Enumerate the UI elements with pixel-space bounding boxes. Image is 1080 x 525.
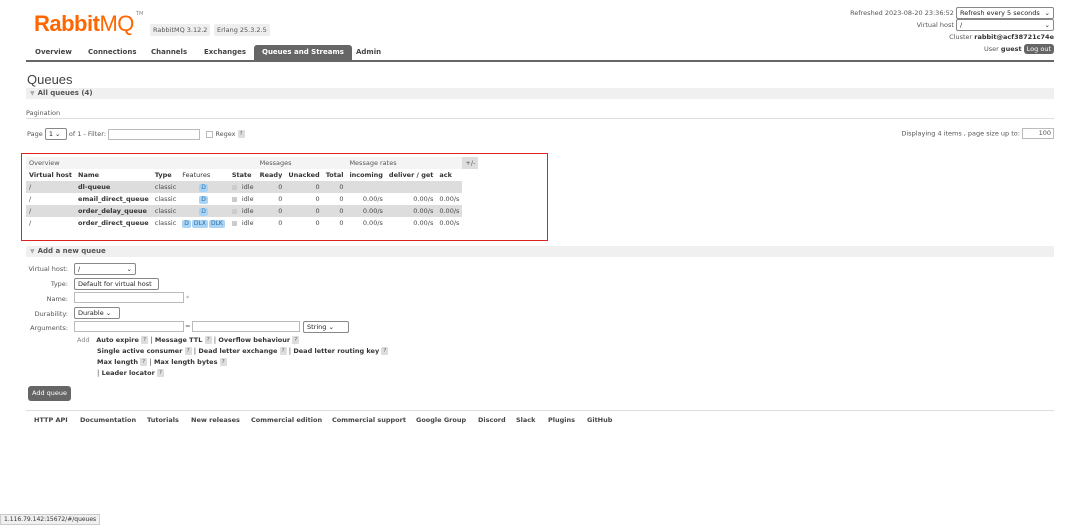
argument-key-input[interactable]	[74, 321, 184, 332]
help-icon[interactable]: ?	[381, 347, 389, 355]
logo-text: RabbitMQ	[34, 11, 134, 36]
required-mark: *	[186, 294, 190, 302]
regex-label: Regex	[215, 130, 236, 138]
add-queue-label: Add a new queue	[37, 247, 106, 255]
equals-sign: =	[185, 322, 191, 330]
help-icon[interactable]: ?	[184, 347, 192, 355]
cluster-label: Cluster	[949, 33, 973, 41]
filter-label: - Filter:	[83, 130, 107, 138]
logo-light: MQ	[99, 11, 134, 36]
footer-link-plugins[interactable]: Plugins	[548, 416, 575, 424]
arg-single-active-consumer[interactable]: Single active consumer	[97, 347, 182, 355]
vhost-field-label: Virtual host:	[28, 265, 68, 273]
help-icon[interactable]: ?	[141, 336, 149, 344]
chevron-down-icon: ⌄	[105, 309, 112, 317]
pagination-label: Pagination	[26, 109, 61, 117]
status-bar-url: 1.116.79.142:15672/#/queues	[0, 514, 101, 525]
footer-link-new-releases[interactable]: New releases	[191, 416, 240, 424]
page-label: Page	[27, 130, 43, 138]
tab-exchanges[interactable]: Exchanges	[204, 45, 246, 60]
queue-name-input[interactable]	[74, 292, 184, 303]
add-label: Add	[77, 336, 90, 344]
footer-link-documentation[interactable]: Documentation	[80, 416, 136, 424]
tab-connections[interactable]: Connections	[88, 45, 137, 60]
arg-dead-letter-exchange[interactable]: Dead letter exchange	[198, 347, 277, 355]
arg-dead-letter-routing-key[interactable]: Dead letter routing key	[293, 347, 379, 355]
help-icon[interactable]: ?	[292, 336, 300, 344]
pagination-controls: Page 1 ⌄ of 1 - Filter: Regex ?	[27, 128, 245, 140]
durability-field-label: Durability:	[34, 310, 68, 318]
triangle-down-icon: ▼	[30, 248, 35, 255]
rabbitmq-version: RabbitMQ 3.12.2	[150, 24, 211, 36]
cluster-name: rabbit@acf38721c74e	[974, 33, 1054, 41]
argument-value-input[interactable]	[192, 321, 300, 332]
add-queue-toggle[interactable]: ▼ Add a new queue	[26, 246, 1054, 257]
tab-admin[interactable]: Admin	[356, 45, 381, 60]
footer-link-google-group[interactable]: Google Group	[416, 416, 466, 424]
arguments-field-label: Arguments:	[30, 324, 68, 332]
chevron-down-icon: ⌄	[1044, 9, 1050, 17]
durability-select[interactable]: Durable ⌄	[74, 307, 120, 319]
arg-overflow-behaviour[interactable]: Overflow behaviour	[218, 336, 290, 344]
tab-overview[interactable]: Overview	[35, 45, 72, 60]
refreshed-text: Refreshed 2023-08-20 23:36:52	[850, 9, 954, 17]
footer-link-github[interactable]: GitHub	[587, 416, 612, 424]
footer-link-commercial-edition[interactable]: Commercial edition	[251, 416, 322, 424]
type-select[interactable]: Default for virtual host ⌄	[74, 278, 159, 298]
add-queue-button[interactable]: Add queue	[28, 386, 72, 401]
erlang-version: Erlang 25.3.2.5	[214, 24, 270, 36]
page-select[interactable]: 1 ⌄	[44, 128, 67, 140]
page-title: Queues	[27, 72, 73, 87]
vhost-select[interactable]: / ⌄	[956, 19, 1054, 31]
help-icon[interactable]: ?	[279, 347, 287, 355]
divider	[26, 118, 1054, 119]
tab-queues-and-streams[interactable]: Queues and Streams	[254, 45, 352, 60]
chevron-down-icon: ⌄	[1044, 21, 1050, 29]
filter-input[interactable]	[108, 128, 201, 140]
footer-divider	[26, 410, 1054, 411]
logo-bold: Rabbit	[34, 11, 100, 36]
help-icon[interactable]: ?	[140, 358, 148, 366]
displaying-label: Displaying 4 items , page size up to:	[901, 129, 1020, 138]
page-size-input[interactable]: 100	[1022, 128, 1054, 139]
of-label: of 1	[68, 130, 82, 138]
help-icon[interactable]: ?	[204, 336, 212, 344]
footer-link-tutorials[interactable]: Tutorials	[147, 416, 179, 424]
help-icon[interactable]: ?	[157, 369, 164, 377]
arg-auto-expire[interactable]: Auto expire	[96, 336, 139, 344]
type-field-label: Type:	[50, 280, 68, 288]
argument-type-select[interactable]: String ⌄	[303, 321, 349, 333]
chevron-down-icon: ⌄	[55, 130, 61, 138]
tab-channels[interactable]: Channels	[151, 45, 187, 60]
help-icon[interactable]: ?	[219, 358, 227, 366]
vhost-label: Virtual host	[916, 21, 954, 29]
help-icon[interactable]: ?	[237, 130, 245, 138]
arg-leader-locator[interactable]: Leader locator	[102, 369, 155, 377]
arg-max-length[interactable]: Max length	[97, 358, 138, 366]
arg-message-ttl[interactable]: Message TTL	[155, 336, 202, 344]
arg-max-length-bytes[interactable]: Max length bytes	[154, 358, 218, 366]
display-info: Displaying 4 items , page size up to: 10…	[901, 128, 1054, 139]
all-queues-toggle[interactable]: ▼ All queues (4)	[26, 88, 1054, 99]
regex-checkbox[interactable]	[206, 130, 214, 138]
argument-shortcuts: Add Auto expire ? | Message TTL ? | Over…	[77, 336, 389, 377]
footer-link-commercial-support[interactable]: Commercial support	[332, 416, 406, 424]
footer-link-slack[interactable]: Slack	[516, 416, 535, 424]
rabbitmq-logo[interactable]: RabbitMQ TM	[34, 11, 143, 37]
all-queues-label: All queues (4)	[37, 89, 93, 97]
footer-link-http-api[interactable]: HTTP API	[34, 416, 68, 424]
footer-link-discord[interactable]: Discord	[478, 416, 506, 424]
logo-tm: TM	[135, 11, 144, 17]
chevron-down-icon: ⌄	[328, 323, 334, 331]
highlight-annotation	[21, 153, 548, 241]
vhost-field-select[interactable]: / ⌄	[74, 263, 136, 275]
refresh-select[interactable]: Refresh every 5 seconds ⌄	[956, 7, 1054, 19]
triangle-down-icon: ▼	[30, 90, 35, 97]
chevron-down-icon: ⌄	[126, 265, 132, 273]
name-field-label: Name:	[46, 295, 68, 303]
main-nav: Overview Connections Channels Exchanges …	[26, 45, 1054, 62]
